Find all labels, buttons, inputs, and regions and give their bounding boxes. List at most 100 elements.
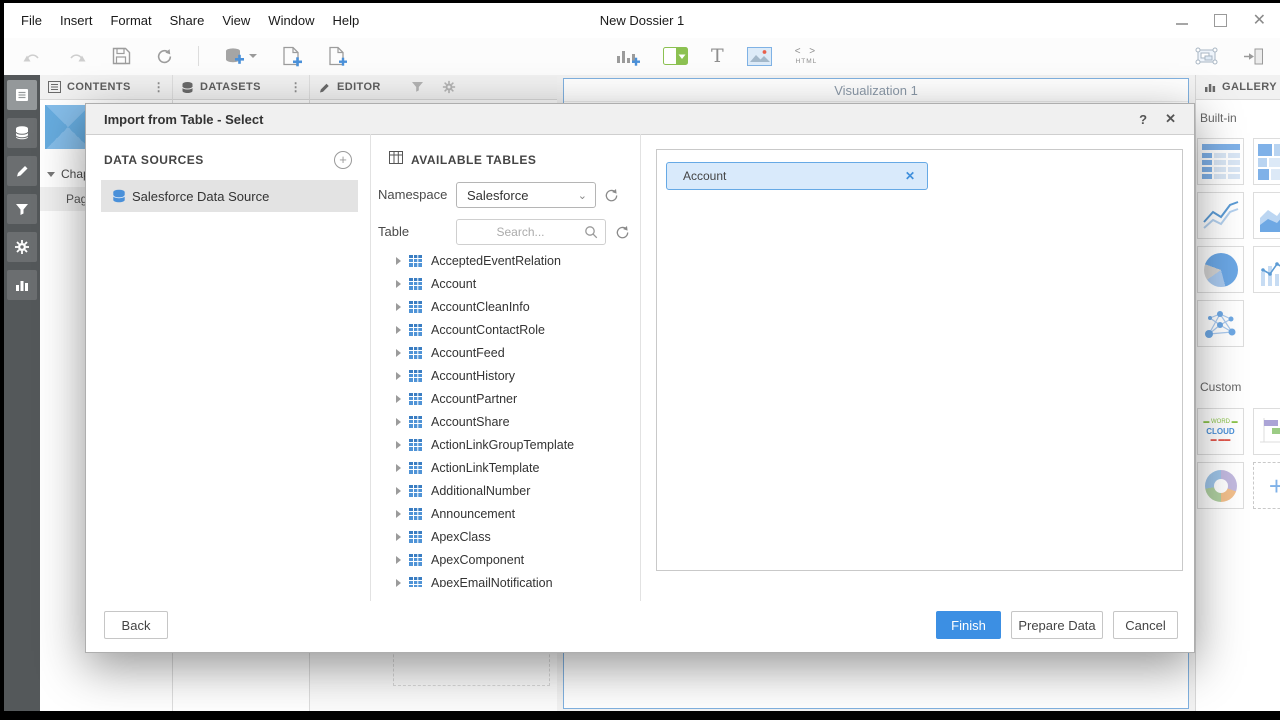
expand-arrow-icon[interactable] xyxy=(396,464,401,472)
sidebar-item-settings[interactable] xyxy=(7,232,37,262)
expand-arrow-icon[interactable] xyxy=(396,510,401,518)
expand-arrow-icon[interactable] xyxy=(396,395,401,403)
add-visualization-icon[interactable] xyxy=(616,47,640,66)
chip-remove-icon[interactable]: ✕ xyxy=(905,169,915,183)
selected-tables-box: Account ✕ xyxy=(656,149,1183,571)
menu-window[interactable]: Window xyxy=(259,13,323,28)
expand-arrow-icon[interactable] xyxy=(396,533,401,541)
table-row[interactable]: ApexClass xyxy=(371,525,639,548)
area-viz-icon xyxy=(1258,198,1280,234)
namespace-select[interactable]: Salesforce ⌄ xyxy=(456,182,596,208)
add-html-icon[interactable]: < >HTML xyxy=(795,47,818,66)
table-search-input[interactable] xyxy=(457,224,584,240)
expand-arrow-icon[interactable] xyxy=(396,326,401,334)
cancel-button[interactable]: Cancel xyxy=(1113,611,1178,639)
table-row[interactable]: ActionLinkTemplate xyxy=(371,456,639,479)
table-refresh-icon[interactable] xyxy=(615,225,630,240)
available-tables-icon xyxy=(389,151,403,169)
search-icon[interactable] xyxy=(584,225,598,239)
undo-icon[interactable] xyxy=(22,49,42,64)
table-row[interactable]: AccountHistory xyxy=(371,364,639,387)
expand-arrow-icon[interactable] xyxy=(396,418,401,426)
selected-table-chip[interactable]: Account ✕ xyxy=(666,162,928,190)
datasets-menu-icon[interactable]: ⋮ xyxy=(290,80,302,94)
refresh-icon[interactable] xyxy=(156,48,173,65)
sidebar-item-contents[interactable] xyxy=(7,80,37,110)
gallery-viz-network[interactable] xyxy=(1197,300,1244,347)
editor-filter-icon[interactable] xyxy=(411,81,424,93)
collapse-panel-icon[interactable] xyxy=(1243,47,1264,66)
editor-settings-icon[interactable] xyxy=(442,80,456,94)
gallery-viz-line[interactable] xyxy=(1197,192,1244,239)
expand-arrow-icon[interactable] xyxy=(396,303,401,311)
gallery-viz-grid[interactable] xyxy=(1197,138,1244,185)
expand-arrow-icon[interactable] xyxy=(396,441,401,449)
namespace-refresh-icon[interactable] xyxy=(604,188,619,203)
table-row[interactable]: AcceptedEventRelation xyxy=(371,249,639,272)
add-page-icon[interactable] xyxy=(327,46,347,67)
table-row[interactable]: ActionLinkGroupTemplate xyxy=(371,433,639,456)
table-row[interactable]: AccountContactRole xyxy=(371,318,639,341)
free-form-layout-icon[interactable] xyxy=(1194,46,1219,66)
sidebar-item-editor[interactable] xyxy=(7,156,37,186)
add-data-icon[interactable] xyxy=(224,47,257,65)
dialog-close-icon[interactable]: ✕ xyxy=(1165,111,1176,127)
gallery-viz-heatmap[interactable] xyxy=(1253,138,1280,185)
sidebar-item-gallery[interactable] xyxy=(7,270,37,300)
prepare-data-button[interactable]: Prepare Data xyxy=(1011,611,1103,639)
gallery-viz-area[interactable] xyxy=(1253,192,1280,239)
table-row[interactable]: AdditionalNumber xyxy=(371,479,639,502)
gallery-viz-pie[interactable] xyxy=(1197,246,1244,293)
expand-arrow-icon[interactable] xyxy=(396,579,401,587)
add-data-source-icon[interactable]: + xyxy=(334,151,352,169)
table-row[interactable]: ApexComponent xyxy=(371,548,639,571)
finish-button[interactable]: Finish xyxy=(936,611,1001,639)
close-window-icon[interactable]: ✕ xyxy=(1253,13,1266,29)
pencil-icon xyxy=(14,163,30,179)
gallery-viz-gantt[interactable] xyxy=(1253,408,1280,455)
expand-arrow-icon[interactable] xyxy=(396,349,401,357)
help-icon[interactable]: ? xyxy=(1139,112,1147,127)
sidebar-item-filter[interactable] xyxy=(7,194,37,224)
menu-format[interactable]: Format xyxy=(101,13,160,28)
add-data-dropdown-icon[interactable] xyxy=(249,54,257,58)
collapse-caret-icon[interactable] xyxy=(47,172,55,177)
table-row[interactable]: AccountShare xyxy=(371,410,639,433)
dialog-title: Import from Table - Select xyxy=(86,112,263,127)
maximize-icon[interactable] xyxy=(1214,14,1227,27)
save-icon[interactable] xyxy=(112,47,131,65)
contents-menu-icon[interactable]: ⋮ xyxy=(153,80,165,94)
table-row[interactable]: AccountPartner xyxy=(371,387,639,410)
gallery-viz-ring[interactable] xyxy=(1197,462,1244,509)
minimize-icon[interactable] xyxy=(1176,23,1188,25)
table-row[interactable]: Announcement xyxy=(371,502,639,525)
add-image-icon[interactable] xyxy=(747,47,772,66)
expand-arrow-icon[interactable] xyxy=(396,280,401,288)
back-button[interactable]: Back xyxy=(104,611,168,639)
gallery-add-custom-viz[interactable]: + xyxy=(1253,462,1280,509)
table-row[interactable]: ApexEmailNotification xyxy=(371,571,639,587)
expand-arrow-icon[interactable] xyxy=(396,257,401,265)
add-chapter-icon[interactable] xyxy=(282,46,302,67)
table-row[interactable]: Account xyxy=(371,272,639,295)
gallery-viz-wordcloud[interactable]: ▬ WORD ▬ CLOUD ▬ ▬▬ xyxy=(1197,408,1244,455)
expand-arrow-icon[interactable] xyxy=(396,556,401,564)
menu-share[interactable]: Share xyxy=(161,13,214,28)
menu-file[interactable]: File xyxy=(12,13,51,28)
table-row[interactable]: AccountFeed xyxy=(371,341,639,364)
redo-icon[interactable] xyxy=(67,49,87,64)
add-text-icon[interactable]: T xyxy=(711,45,724,67)
network-viz-icon xyxy=(1202,306,1240,342)
menu-view[interactable]: View xyxy=(213,13,259,28)
menu-insert[interactable]: Insert xyxy=(51,13,102,28)
gallery-panel-title: GALLERY xyxy=(1222,81,1277,93)
expand-arrow-icon[interactable] xyxy=(396,372,401,380)
data-source-item-selected[interactable]: Salesforce Data Source xyxy=(101,180,358,212)
add-selector-icon[interactable] xyxy=(663,47,688,65)
gallery-viz-combo[interactable] xyxy=(1253,246,1280,293)
menu-help[interactable]: Help xyxy=(324,13,369,28)
table-icon xyxy=(409,439,422,451)
sidebar-item-datasets[interactable] xyxy=(7,118,37,148)
expand-arrow-icon[interactable] xyxy=(396,487,401,495)
table-row[interactable]: AccountCleanInfo xyxy=(371,295,639,318)
